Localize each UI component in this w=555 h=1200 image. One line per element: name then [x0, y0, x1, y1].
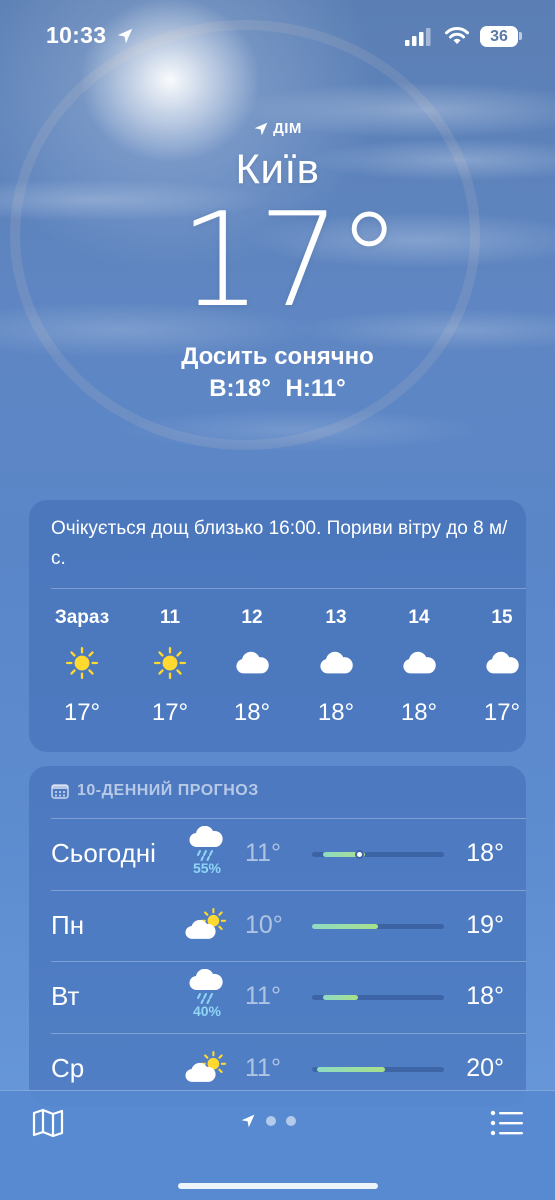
- forecast-low: 11°: [245, 839, 281, 867]
- calendar-icon: [51, 784, 69, 799]
- cellular-signal-icon: [405, 28, 431, 46]
- home-location-row: ДІМ: [0, 120, 555, 137]
- hour-label: 15: [491, 607, 513, 628]
- cloud-icon: [219, 645, 285, 681]
- current-location-page-icon: [241, 1114, 255, 1128]
- temperature-range-bar: [312, 923, 378, 929]
- current-condition: Досить сонячно: [181, 343, 374, 370]
- forecast-low: 11°: [245, 982, 281, 1010]
- hour-label: Зараз: [54, 607, 110, 628]
- forecast-high: 18°: [466, 982, 504, 1010]
- divider: [51, 1032, 526, 1034]
- divider: [51, 961, 526, 962]
- forecast-day-label: Пн: [51, 909, 85, 940]
- sun-icon: [137, 645, 203, 681]
- page-indicator[interactable]: [240, 1113, 296, 1129]
- divider: [51, 889, 526, 891]
- hour-item: 13 18°: [303, 607, 369, 727]
- partly-sunny-icon: [185, 907, 229, 960]
- forecast-low: 11°: [245, 1053, 281, 1082]
- cloud-rain-icon: 55%: [185, 826, 229, 878]
- hour-label: 14: [408, 607, 430, 628]
- hour-item: Зараз 17°: [49, 607, 115, 727]
- map-icon[interactable]: [32, 1108, 64, 1138]
- forecast-day-label: Вт: [51, 981, 80, 1011]
- hour-temperature: 18°: [400, 699, 438, 726]
- wifi-icon: [445, 27, 469, 44]
- divider: [51, 588, 526, 589]
- bottom-toolbar: [0, 1090, 555, 1200]
- precipitation-chance: 40%: [192, 1003, 222, 1019]
- forecast-high: 20°: [466, 1053, 504, 1082]
- sun-icon: [49, 645, 115, 681]
- home-indicator: [178, 1183, 378, 1189]
- status-time: 10:33: [46, 22, 107, 48]
- cloud-icon: [303, 645, 369, 681]
- hour-label: 11: [159, 607, 181, 628]
- hour-label: 12: [241, 607, 263, 628]
- hour-temperature: 17°: [63, 699, 101, 726]
- forecast-summary: Очікується дощ близько 16:00. Пориви віт…: [51, 518, 508, 569]
- hour-item: 12 18°: [219, 607, 285, 727]
- temperature-range-track: [312, 1066, 444, 1072]
- forecast-day-row[interactable]: Сьогодні 55% 11° 18°: [29, 818, 526, 889]
- hourly-scroller[interactable]: Зараз 17° 11 17° 12 18° 13 18° 14 18° 15…: [29, 607, 526, 737]
- ten-day-header: 10-ДЕННИЙ ПРОГНОЗ: [51, 782, 259, 800]
- hour-temperature: 17°: [151, 699, 189, 726]
- forecast-day-label: Ср: [51, 1052, 85, 1083]
- home-label: ДІМ: [273, 120, 302, 137]
- hour-temperature: 18°: [233, 699, 271, 726]
- status-bar: 10:33 36: [0, 0, 555, 72]
- cloud-icon: [469, 645, 526, 681]
- hour-label: 13: [325, 607, 347, 628]
- forecast-day-row[interactable]: Вт 40% 11° 18°: [29, 961, 526, 1032]
- divider: [51, 818, 526, 819]
- hour-temperature: 18°: [317, 699, 355, 726]
- temperature-range-bar: [322, 995, 359, 1000]
- forecast-day-row[interactable]: Пн 10° 19°: [29, 889, 526, 961]
- forecast-day-label: Сьогодні: [51, 838, 156, 868]
- hourly-forecast-card[interactable]: Очікується дощ близько 16:00. Пориви віт…: [29, 500, 526, 752]
- battery-indicator: 36: [480, 26, 518, 47]
- forecast-high: 18°: [466, 839, 504, 867]
- current-weather-header: ДІМ Київ 17° Досить сонячно В:18° Н:11°: [0, 120, 555, 403]
- current-temp-marker: [355, 850, 365, 859]
- list-icon[interactable]: [490, 1110, 524, 1136]
- ten-day-header-label: 10-ДЕННИЙ ПРОГНОЗ: [77, 782, 259, 799]
- temperature-range-bar: [317, 1066, 385, 1072]
- cloud-rain-icon: 40%: [185, 969, 229, 1021]
- hour-item: 11 17°: [137, 607, 203, 727]
- page-dot: [286, 1116, 296, 1126]
- high-low: В:18° Н:11°: [209, 375, 346, 402]
- cloud-icon: [386, 645, 452, 681]
- forecast-low: 10°: [245, 910, 283, 939]
- temperature-range-track: [312, 923, 444, 929]
- hour-temperature: 17°: [483, 699, 521, 726]
- current-temperature: 17°: [179, 184, 401, 336]
- hour-item: 15 17°: [469, 607, 526, 727]
- page-dot: [266, 1116, 276, 1126]
- battery-nub: [519, 32, 522, 40]
- location-arrow-icon: [117, 28, 133, 44]
- ten-day-forecast-card[interactable]: 10-ДЕННИЙ ПРОГНОЗ Сьогодні 55% 11° 18° П…: [29, 766, 526, 1106]
- hour-item: 14 18°: [386, 607, 452, 727]
- temperature-range-track: [312, 850, 444, 859]
- temperature-range-track: [312, 995, 444, 1000]
- precipitation-chance: 55%: [192, 860, 222, 876]
- forecast-high: 19°: [466, 910, 504, 939]
- location-arrow-icon: [254, 122, 268, 135]
